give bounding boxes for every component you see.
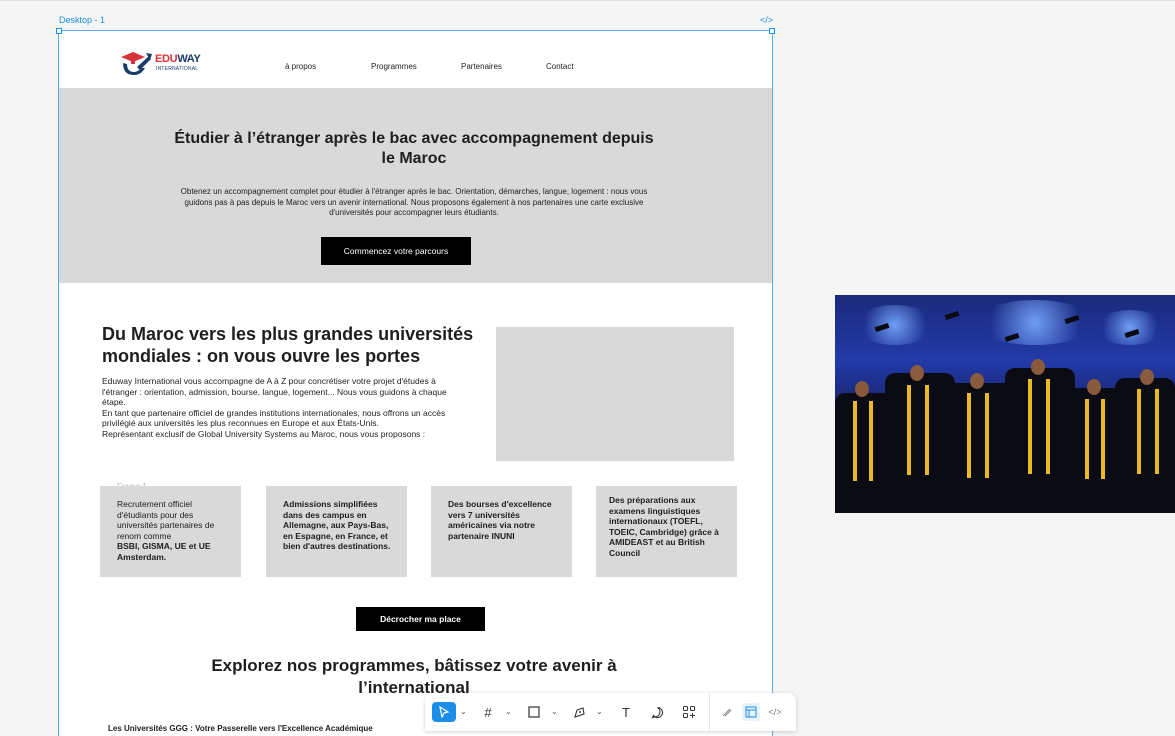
- feature-card[interactable]: Admissions simplifiées dans des campus e…: [266, 486, 407, 577]
- graduate-head: [855, 381, 869, 397]
- graduate-stole: [1101, 399, 1105, 479]
- graduate-stole: [853, 401, 857, 481]
- frame-tool-icon[interactable]: #: [477, 702, 499, 722]
- nav-link-programmes[interactable]: Programmes: [371, 62, 417, 71]
- section2-text: Eduway International vous accompagne de …: [102, 376, 462, 439]
- section2-cta-button[interactable]: Décrocher ma place: [356, 607, 485, 631]
- feature-card[interactable]: Des préparations aux examens linguistiqu…: [596, 486, 737, 577]
- rectangle-tool-icon[interactable]: [523, 702, 545, 722]
- universities-heading: Les Universités GGG : Votre Passerelle v…: [108, 724, 373, 733]
- resize-handle[interactable]: [769, 28, 775, 34]
- comment-tool-icon[interactable]: [646, 702, 668, 722]
- graduate-stole: [1028, 379, 1032, 474]
- canvas-top-border: [0, 0, 1175, 1]
- graduate-stole: [1137, 389, 1141, 474]
- chevron-down-icon[interactable]: ⌄: [596, 707, 603, 716]
- move-tool-icon[interactable]: [432, 702, 456, 722]
- logo-brand-edu: EDU: [155, 53, 178, 65]
- stage-light: [975, 300, 1095, 345]
- chevron-down-icon[interactable]: ⌄: [505, 707, 512, 716]
- hero-text: Obtenez un accompagnement complet pour é…: [180, 187, 648, 217]
- graduate-stole: [1155, 389, 1159, 474]
- graduate-stole: [907, 385, 911, 475]
- logo-subtitle: INTERNATIONAL: [156, 66, 199, 72]
- logo-brand: EDUWAY: [155, 53, 201, 65]
- graduate-stole: [967, 393, 971, 478]
- hero-title: Étudier à l’étranger après le bac avec a…: [174, 130, 654, 167]
- graduate-stole: [1085, 399, 1089, 479]
- design-toolbar: ⌄ # ⌄ ⌄ ⌄ T </>: [425, 693, 796, 731]
- image-placeholder[interactable]: [496, 327, 734, 461]
- draw-mode-icon[interactable]: [718, 703, 736, 721]
- hero-cta-button[interactable]: Commencez votre parcours: [321, 237, 471, 265]
- nav-link-partenaires[interactable]: Partenaires: [461, 62, 502, 71]
- chevron-down-icon[interactable]: ⌄: [460, 707, 467, 716]
- section2-paragraph: Eduway International vous accompagne de …: [102, 376, 447, 407]
- hero-section: Étudier à l’étranger après le bac avec a…: [59, 88, 772, 283]
- frame-name-label[interactable]: Desktop - 1: [59, 15, 105, 25]
- graduate-head: [970, 373, 984, 389]
- chevron-down-icon[interactable]: ⌄: [551, 707, 558, 716]
- card-bold-text: BSBI, GISMA, UE et UE Amsterdam.: [117, 541, 211, 562]
- graduate-gown: [1115, 378, 1175, 513]
- nav-link-contact[interactable]: Contact: [546, 62, 574, 71]
- section2-title: Du Maroc vers les plus grandes universit…: [102, 324, 474, 366]
- graduation-ceremony-photo[interactable]: [835, 295, 1175, 513]
- card-text: Recrutement officiel d'étudiants pour de…: [117, 499, 215, 541]
- pen-tool-icon[interactable]: [568, 702, 590, 722]
- graduate-stole: [925, 385, 929, 475]
- section2-paragraph: En tant que partenaire officiel de grand…: [102, 407, 446, 429]
- resize-handle[interactable]: [56, 28, 62, 34]
- stage-light: [855, 305, 935, 345]
- graduate-stole: [869, 401, 873, 481]
- graduation-arrow-logo-icon: [121, 52, 152, 75]
- design-mode-icon[interactable]: [742, 703, 760, 721]
- graduate-head: [1140, 369, 1154, 385]
- thrown-cap: [944, 310, 960, 321]
- graduate-head: [1087, 379, 1101, 395]
- stage-light: [1095, 310, 1165, 345]
- graduate-head: [910, 365, 924, 381]
- graduate-stole: [1046, 379, 1050, 474]
- nav-link-a-propos[interactable]: à propos: [285, 62, 316, 71]
- graduate-stole: [985, 393, 989, 478]
- logo-brand-way: WAY: [177, 53, 201, 65]
- logo[interactable]: EDUWAY INTERNATIONAL: [119, 51, 209, 77]
- text-tool-icon[interactable]: T: [615, 702, 637, 722]
- card-bold-text: Des bourses d'excellence vers 7 universi…: [448, 499, 552, 541]
- feature-card[interactable]: Des bourses d'excellence vers 7 universi…: [431, 486, 572, 577]
- card-bold-text: Admissions simplifiées dans des campus e…: [283, 499, 391, 551]
- desktop-frame[interactable]: EDUWAY INTERNATIONAL à propos Programmes…: [58, 30, 773, 736]
- code-icon[interactable]: </>: [760, 15, 773, 25]
- toolbar-divider: [709, 693, 710, 731]
- graduate-head: [1031, 359, 1045, 375]
- section2-paragraph: Représentant exclusif de Global Universi…: [102, 428, 426, 439]
- actions-tool-icon[interactable]: [678, 702, 700, 722]
- feature-card[interactable]: Recrutement officiel d'étudiants pour de…: [100, 486, 241, 577]
- card-bold-text: Des préparations aux examens linguistiqu…: [609, 495, 719, 558]
- dev-mode-icon[interactable]: </>: [766, 703, 784, 721]
